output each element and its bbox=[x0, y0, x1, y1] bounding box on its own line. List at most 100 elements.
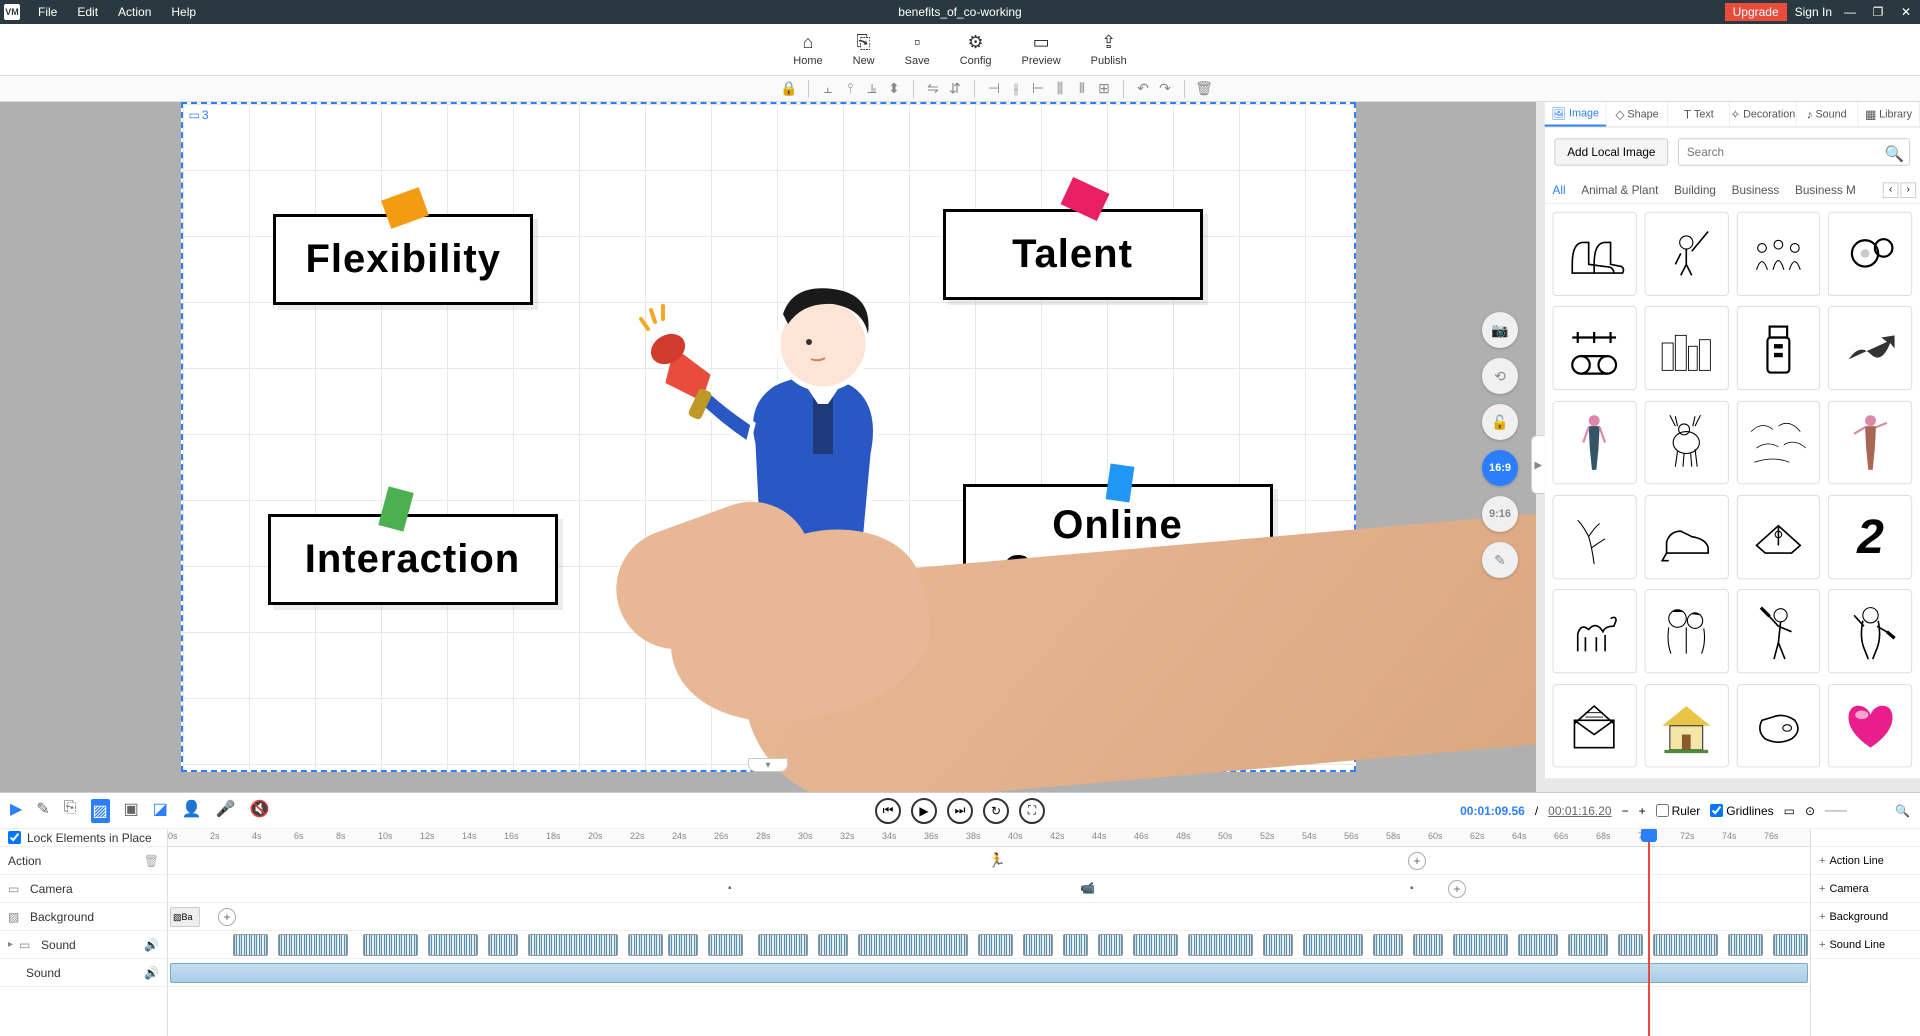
canvas[interactable]: ▭ 3 Flexibility Talent Interaction Onlin… bbox=[181, 102, 1356, 772]
asset-thumb-caveman[interactable] bbox=[1828, 589, 1912, 673]
category-all[interactable]: All bbox=[1552, 183, 1565, 197]
asset-thumb-number-2[interactable]: 2 bbox=[1828, 495, 1912, 579]
camera-keyframe-3[interactable]: ▪ bbox=[1410, 883, 1414, 894]
timeline-ruler[interactable]: 0s2s4s6s8s10s12s14s16s18s20s22s24s26s28s… bbox=[168, 829, 1810, 847]
camera-add-button[interactable]: + bbox=[1448, 880, 1466, 898]
sound-clip[interactable] bbox=[1413, 934, 1443, 956]
edit-tool-icon[interactable]: ✎ bbox=[1482, 542, 1518, 578]
close-icon[interactable]: ✕ bbox=[1896, 5, 1916, 19]
zoom-in-button[interactable]: + bbox=[1639, 804, 1646, 818]
preview-button[interactable]: ▭Preview bbox=[1022, 32, 1061, 67]
canvas-expand-handle[interactable]: ▾ bbox=[748, 758, 788, 772]
align-bottom-icon[interactable]: ⫡ bbox=[863, 80, 881, 98]
sound-clip[interactable] bbox=[1263, 934, 1293, 956]
aspect-9-16-button[interactable]: 9:16 bbox=[1482, 496, 1518, 532]
mic-icon[interactable]: 🎤 bbox=[216, 799, 236, 823]
asset-thumb-woman-presenting[interactable] bbox=[1828, 401, 1912, 485]
zoom-slider-icon[interactable]: ━━━ bbox=[1825, 804, 1885, 818]
action-track[interactable]: 🏃 + bbox=[168, 847, 1810, 875]
person-icon[interactable]: 👤 bbox=[182, 799, 202, 823]
distribute-h-icon[interactable]: ⫼ bbox=[1051, 80, 1069, 98]
ruler-checkbox[interactable]: Ruler bbox=[1656, 804, 1701, 818]
card-interaction[interactable]: Interaction bbox=[268, 514, 558, 605]
zoom-search-icon[interactable]: 🔍 bbox=[1895, 804, 1910, 818]
tab-decoration[interactable]: ✧Decoration bbox=[1730, 102, 1796, 127]
add-camera-button[interactable]: Camera bbox=[1811, 875, 1920, 903]
sound-clip[interactable] bbox=[1133, 934, 1178, 956]
distribute-v-icon[interactable]: ⫴ bbox=[1073, 80, 1091, 98]
align-top-icon[interactable]: ⫠ bbox=[819, 80, 837, 98]
asset-thumb-branch[interactable] bbox=[1552, 495, 1636, 579]
asset-thumb-fishing[interactable] bbox=[1644, 212, 1728, 296]
asset-thumb-shoe[interactable] bbox=[1644, 495, 1728, 579]
maximize-icon[interactable]: ❐ bbox=[1868, 5, 1888, 19]
align-left-icon[interactable]: ⊣ bbox=[985, 80, 1003, 98]
sound-track-2[interactable] bbox=[168, 959, 1810, 987]
sound-clip[interactable] bbox=[668, 934, 698, 956]
background-clip[interactable]: ▨ Ba bbox=[170, 907, 200, 927]
category-prev-icon[interactable]: ‹ bbox=[1883, 182, 1899, 198]
tab-shape[interactable]: ◇Shape bbox=[1607, 102, 1669, 127]
sound-volume-icon[interactable]: 🔊 bbox=[144, 938, 159, 952]
camera-keyframe-1[interactable]: ▪ bbox=[728, 883, 732, 894]
asset-thumb-baseball-player[interactable] bbox=[1736, 589, 1820, 673]
zoom-reset-icon[interactable]: ⊙ bbox=[1805, 804, 1815, 818]
sound-clip[interactable] bbox=[1653, 934, 1718, 956]
category-animal-plant[interactable]: Animal & Plant bbox=[1581, 183, 1658, 197]
card-flexibility[interactable]: Flexibility bbox=[273, 214, 533, 305]
asset-thumb-boots[interactable] bbox=[1552, 212, 1636, 296]
asset-thumb-paper-boat[interactable] bbox=[1736, 495, 1820, 579]
background-add-button[interactable]: + bbox=[218, 908, 236, 926]
publish-button[interactable]: ⇪Publish bbox=[1091, 32, 1127, 67]
asset-thumb-envelope[interactable] bbox=[1552, 684, 1636, 768]
category-building[interactable]: Building bbox=[1674, 183, 1716, 197]
export-clip-icon[interactable]: ⎘ bbox=[64, 799, 77, 823]
asset-thumb-sketch-scene[interactable] bbox=[1736, 401, 1820, 485]
camera-keyframe-2[interactable]: 📹 bbox=[1080, 881, 1095, 895]
sound-clip[interactable] bbox=[1453, 934, 1508, 956]
asset-thumb-woman-standing[interactable] bbox=[1552, 401, 1636, 485]
sound-clip[interactable] bbox=[1188, 934, 1253, 956]
sound-clip[interactable] bbox=[1728, 934, 1763, 956]
sound-clip[interactable] bbox=[628, 934, 663, 956]
card-talent[interactable]: Talent bbox=[943, 209, 1203, 300]
background-track[interactable]: ▨ Ba + bbox=[168, 903, 1810, 931]
fullscreen-button[interactable]: ⛶ bbox=[1019, 798, 1045, 824]
signin-button[interactable]: Sign In bbox=[1795, 5, 1832, 19]
unlock-tool-icon[interactable]: 🔓 bbox=[1482, 404, 1518, 440]
category-next-icon[interactable]: › bbox=[1900, 182, 1916, 198]
sound-clip[interactable] bbox=[978, 934, 1013, 956]
asset-thumb-cityscape[interactable] bbox=[1644, 306, 1728, 390]
camera-track[interactable]: ▪ 📹 ▪ + bbox=[168, 875, 1810, 903]
asset-thumb-arrow[interactable] bbox=[1828, 306, 1912, 390]
loop-button[interactable]: ↻ bbox=[983, 798, 1009, 824]
document-icon[interactable]: ◪ bbox=[153, 799, 168, 823]
frame-icon[interactable]: ▣ bbox=[124, 799, 139, 823]
sound-clip[interactable] bbox=[758, 934, 808, 956]
sound-clip[interactable] bbox=[488, 934, 518, 956]
lock-elements-checkbox[interactable] bbox=[8, 831, 21, 844]
sound-clip[interactable] bbox=[1568, 934, 1608, 956]
sound2-volume-icon[interactable]: 🔊 bbox=[144, 966, 159, 980]
hatch-icon[interactable]: ▨ bbox=[91, 799, 110, 823]
menu-file[interactable]: File bbox=[28, 5, 67, 19]
sound-clip[interactable] bbox=[1773, 934, 1808, 956]
asset-thumb-camel[interactable] bbox=[1552, 589, 1636, 673]
sound-clip[interactable] bbox=[1303, 934, 1363, 956]
redo-icon[interactable]: ↷ bbox=[1156, 80, 1174, 98]
sound-clip[interactable] bbox=[1023, 934, 1053, 956]
flip-v-icon[interactable]: ⇵ bbox=[946, 80, 964, 98]
panel-collapse-handle[interactable]: ▸ bbox=[1531, 435, 1545, 494]
new-button[interactable]: ⎘New bbox=[853, 32, 875, 67]
sound-clip[interactable] bbox=[528, 934, 618, 956]
total-time[interactable]: 00:01:16.20 bbox=[1548, 804, 1611, 818]
sound-expand-icon[interactable]: ▸ bbox=[8, 939, 13, 950]
align-stretch-icon[interactable]: ⬍ bbox=[885, 80, 903, 98]
upgrade-button[interactable]: Upgrade bbox=[1725, 3, 1787, 21]
gridlines-checkbox[interactable]: Gridlines bbox=[1710, 804, 1773, 818]
add-local-image-button[interactable]: Add Local Image bbox=[1554, 138, 1668, 165]
sound-track[interactable] bbox=[168, 931, 1810, 959]
mute-icon[interactable]: 🔇 bbox=[250, 799, 270, 823]
asset-thumb-deer[interactable] bbox=[1644, 401, 1728, 485]
next-button[interactable]: ⏭ bbox=[947, 798, 973, 824]
